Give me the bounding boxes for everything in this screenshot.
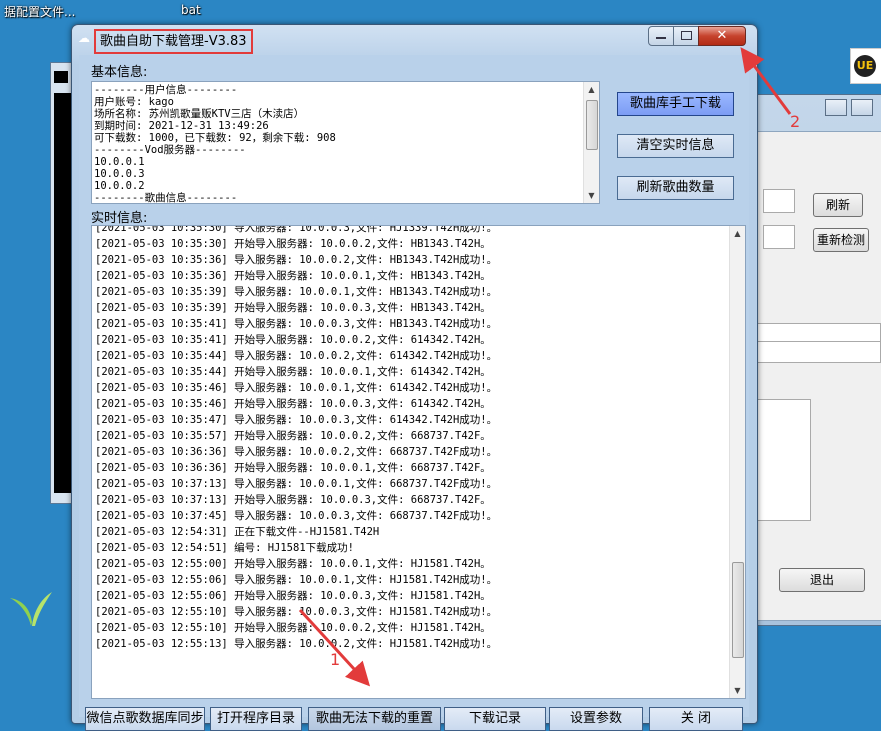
annotation-marker-1: 1	[330, 650, 341, 669]
annotation-arrow-1	[298, 608, 371, 687]
annotation-arrow-2	[740, 47, 792, 115]
annotation-arrows	[298, 47, 792, 687]
annotation-marker-2: 2	[790, 112, 801, 131]
